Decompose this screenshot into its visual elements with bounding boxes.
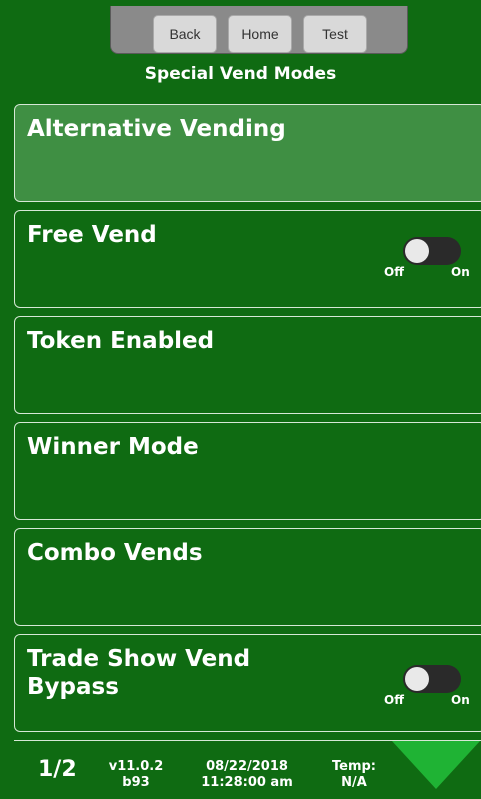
version-info: v11.0.2 b93 (106, 759, 166, 791)
time-text: 11:28:00 am (201, 775, 293, 790)
toggle-on-label: On (451, 265, 470, 279)
datetime-info: 08/22/2018 11:28:00 am (194, 759, 300, 791)
temp-value: N/A (341, 775, 367, 790)
toggle-knob (405, 667, 429, 691)
build-text: b93 (122, 775, 150, 790)
temp-info: Temp: N/A (324, 759, 384, 791)
toggle-off-label: Off (384, 693, 404, 707)
page-title: Special Vend Modes (144, 64, 337, 84)
version-text: v11.0.2 (108, 759, 164, 774)
menu-item-label: Winner Mode (27, 434, 199, 460)
menu-item-label: Token Enabled (27, 328, 215, 354)
temp-label: Temp: (331, 759, 376, 774)
menu-item-label: Free Vend (27, 222, 157, 248)
menu-item-label: Alternative Vending (27, 116, 286, 142)
menu-item-alternative-vending[interactable]: Alternative Vending (14, 104, 481, 202)
toggle-on-label: On (451, 693, 470, 707)
date-text: 08/22/2018 (206, 759, 288, 774)
test-button[interactable]: Test (303, 15, 367, 53)
toggle-off-label: Off (384, 265, 404, 279)
back-button[interactable]: Back (153, 15, 217, 53)
menu-item-label: Trade Show Vend Bypass (27, 646, 251, 700)
menu-item-winner-mode[interactable]: Winner Mode (14, 422, 481, 520)
toggle-knob (405, 239, 429, 263)
menu-item-free-vend[interactable]: Free Vend Off On (14, 210, 481, 308)
status-bar: 1/2 v11.0.2 b93 08/22/2018 11:28:00 am T… (14, 740, 481, 799)
free-vend-toggle[interactable] (403, 237, 461, 265)
page-indicator: 1/2 (38, 757, 77, 782)
trade-show-toggle[interactable] (403, 665, 461, 693)
menu-item-token-enabled[interactable]: Token Enabled (14, 316, 481, 414)
home-button[interactable]: Home (228, 15, 292, 53)
menu-item-combo-vends[interactable]: Combo Vends (14, 528, 481, 626)
menu-item-label: Combo Vends (27, 540, 203, 566)
next-page-arrow-icon[interactable] (392, 741, 480, 789)
menu-item-trade-show-vend-bypass[interactable]: Trade Show Vend Bypass Off On (14, 634, 481, 732)
